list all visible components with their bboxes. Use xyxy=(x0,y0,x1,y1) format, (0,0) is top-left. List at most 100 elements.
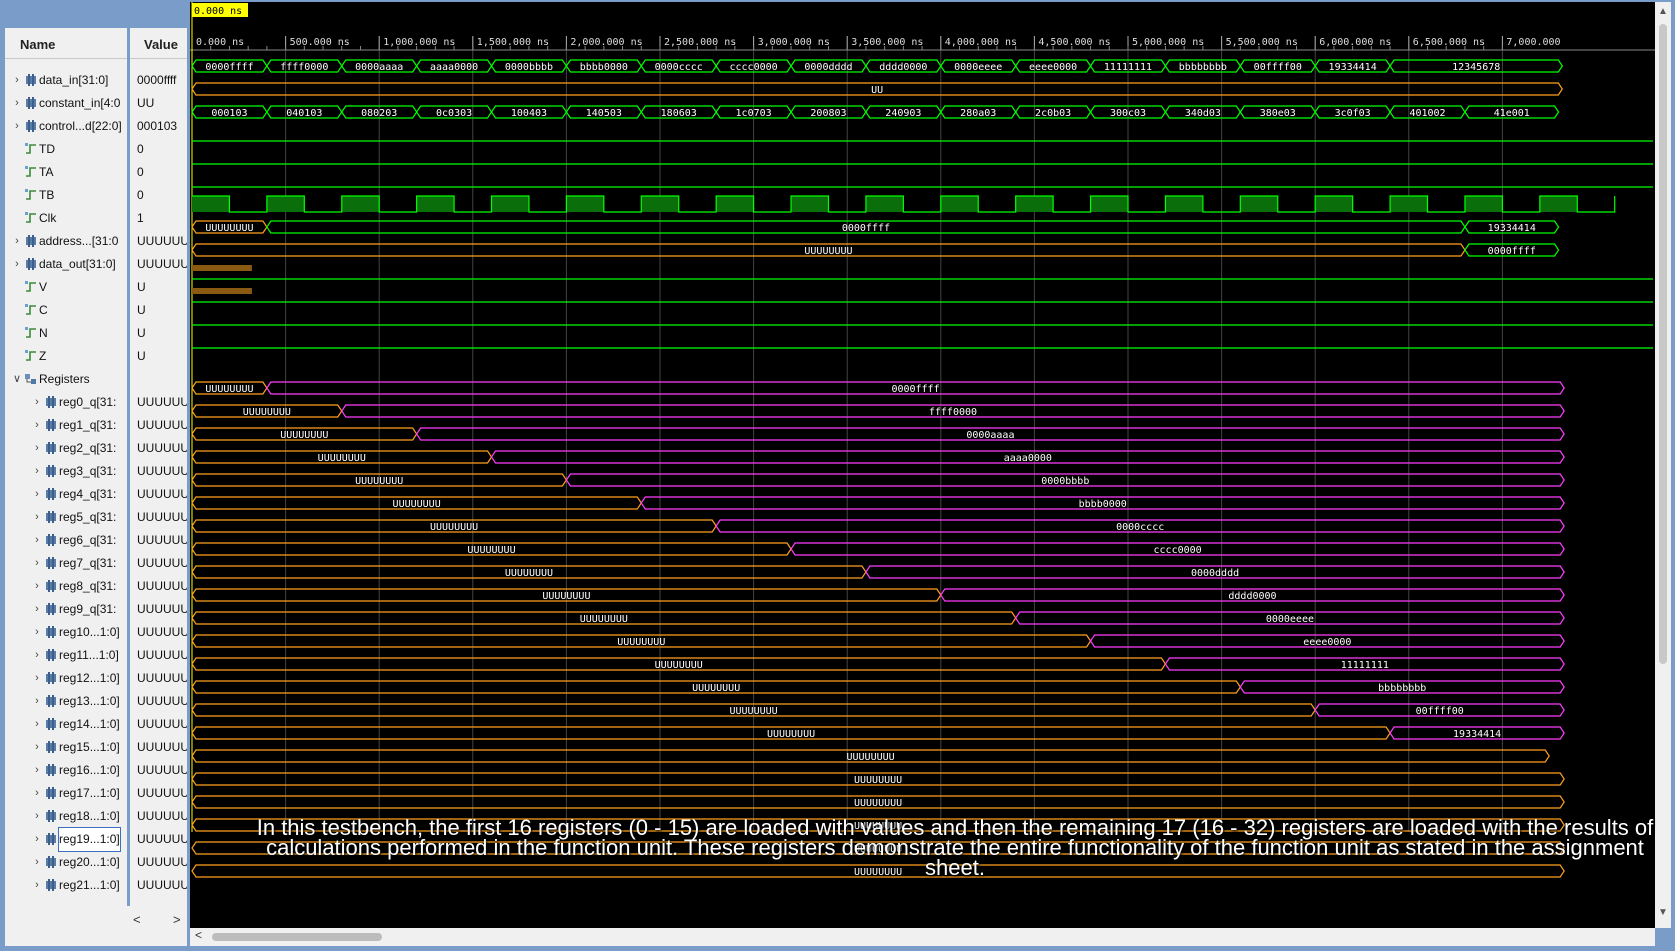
signal-value: 1 xyxy=(137,211,144,225)
signal-row[interactable]: › reg21...1:0] xyxy=(5,874,127,897)
chevron-right-icon[interactable]: › xyxy=(31,437,43,460)
signal-value: 0 xyxy=(137,188,144,202)
signal-row[interactable]: V xyxy=(5,276,127,299)
chevron-right-icon[interactable]: › xyxy=(31,874,43,897)
chevron-right-icon[interactable]: › xyxy=(31,759,43,782)
waveform-vertical-scrollbar[interactable]: ▲ ▼ xyxy=(1655,2,1671,928)
chevron-down-icon[interactable]: ∨ xyxy=(11,368,23,391)
signal-row[interactable]: › reg19...1:0] xyxy=(5,827,127,852)
signal-name: reg4_q[31: xyxy=(59,487,117,501)
chevron-right-icon[interactable]: › xyxy=(31,529,43,552)
chevron-right-icon[interactable]: › xyxy=(31,736,43,759)
chevron-right-icon[interactable]: › xyxy=(31,621,43,644)
chevron-right-icon[interactable]: › xyxy=(31,713,43,736)
chevron-right-icon[interactable]: › xyxy=(31,828,43,851)
scroll-right-icon[interactable]: > xyxy=(173,912,181,927)
chevron-right-icon[interactable]: › xyxy=(31,414,43,437)
signal-row[interactable]: › reg12...1:0] xyxy=(5,667,127,690)
signal-row[interactable]: › reg6_q[31: xyxy=(5,529,127,552)
bus-icon xyxy=(46,603,56,615)
scrollbar-thumb[interactable] xyxy=(1659,24,1667,664)
signal-row[interactable]: › address...[31:0 xyxy=(5,230,127,253)
signal-row[interactable]: › constant_in[4:0 xyxy=(5,92,127,115)
bus-icon xyxy=(26,258,36,270)
signal-row[interactable]: › reg0_q[31: xyxy=(5,391,127,414)
signal-row[interactable]: Clk xyxy=(5,207,127,230)
signal-row[interactable]: › reg2_q[31: xyxy=(5,437,127,460)
bus-value: 000103 xyxy=(211,108,247,119)
chevron-right-icon[interactable]: › xyxy=(31,782,43,805)
signal-row[interactable]: › data_in[31:0] xyxy=(5,69,127,92)
chevron-right-icon[interactable]: › xyxy=(11,253,23,276)
bus-value: bbbbbbbb xyxy=(1378,683,1426,694)
chevron-right-icon[interactable]: › xyxy=(31,460,43,483)
chevron-right-icon[interactable]: › xyxy=(11,115,23,138)
chevron-right-icon[interactable]: › xyxy=(31,598,43,621)
signal-value: U xyxy=(137,326,146,340)
signal-row[interactable]: › reg10...1:0] xyxy=(5,621,127,644)
signal-row[interactable]: Z xyxy=(5,345,127,368)
scroll-up-icon[interactable]: ▲ xyxy=(1658,6,1668,17)
signal-row[interactable]: ∨ Registers xyxy=(5,368,127,391)
signal-name: address...[31:0 xyxy=(39,234,119,248)
chevron-right-icon[interactable]: › xyxy=(31,667,43,690)
chevron-right-icon[interactable]: › xyxy=(11,230,23,253)
chevron-right-icon[interactable]: › xyxy=(31,552,43,575)
signal-row[interactable]: › reg13...1:0] xyxy=(5,690,127,713)
signal-row[interactable]: › reg16...1:0] xyxy=(5,759,127,782)
signal-name: C xyxy=(39,303,48,317)
signal-row[interactable]: › data_out[31:0] xyxy=(5,253,127,276)
signal-value: UUUUUU xyxy=(137,579,187,593)
signal-row[interactable]: › reg20...1:0] xyxy=(5,851,127,874)
signal-row[interactable]: › reg18...1:0] xyxy=(5,805,127,828)
signal-row[interactable]: › reg17...1:0] xyxy=(5,782,127,805)
chevron-right-icon[interactable]: › xyxy=(11,92,23,115)
bus-value: UUUUUUUU xyxy=(318,453,366,464)
bus-value: 080203 xyxy=(361,108,397,119)
signal-row[interactable]: › reg8_q[31: xyxy=(5,575,127,598)
clock-high xyxy=(341,196,380,212)
signal-row[interactable]: › control...d[22:0] xyxy=(5,115,127,138)
value-column: Value 0000ffff UU 000103 0 0 0 1 UUUUUU UUUUUU U U… xyxy=(130,28,187,906)
chevron-right-icon[interactable]: › xyxy=(31,575,43,598)
signal-row[interactable]: C xyxy=(5,299,127,322)
signal-row[interactable]: N xyxy=(5,322,127,345)
signal-row[interactable]: › reg3_q[31: xyxy=(5,460,127,483)
signal-row[interactable]: › reg5_q[31: xyxy=(5,506,127,529)
scroll-left-icon[interactable]: < xyxy=(195,928,202,942)
waveform-canvas[interactable]: 0.000 ns 500.000 ns 1,000.000 ns 1,500.000 … xyxy=(190,2,1655,928)
bus-value: UUUUUUUU xyxy=(804,246,852,257)
bus-value: 11111111 xyxy=(1341,660,1389,671)
chevron-right-icon[interactable]: › xyxy=(31,391,43,414)
signal-name: reg10...1:0] xyxy=(59,625,120,639)
bus-value: 200803 xyxy=(810,108,846,119)
signal-row[interactable]: › reg4_q[31: xyxy=(5,483,127,506)
name-column-header[interactable]: Name xyxy=(5,28,127,59)
value-column-header[interactable]: Value xyxy=(130,28,187,59)
chevron-right-icon[interactable]: › xyxy=(31,690,43,713)
signal-row[interactable]: › reg11...1:0] xyxy=(5,644,127,667)
signal-row[interactable]: › reg9_q[31: xyxy=(5,598,127,621)
scroll-down-icon[interactable]: ▼ xyxy=(1658,907,1668,918)
bus-value: 0000aaaa xyxy=(355,62,403,73)
chevron-right-icon[interactable]: › xyxy=(31,851,43,874)
signal-row[interactable]: › reg14...1:0] xyxy=(5,713,127,736)
signal-row[interactable]: › reg15...1:0] xyxy=(5,736,127,759)
chevron-right-icon[interactable]: › xyxy=(11,69,23,92)
name-scrollbar[interactable]: < > xyxy=(5,906,187,946)
signal-row[interactable]: TB xyxy=(5,184,127,207)
bus-icon xyxy=(46,649,56,661)
signal-row[interactable]: › reg1_q[31: xyxy=(5,414,127,437)
waveform-horizontal-scrollbar[interactable]: < xyxy=(190,928,1655,946)
scroll-left-icon[interactable]: < xyxy=(133,912,141,927)
signal-name: Registers xyxy=(39,372,90,386)
chevron-right-icon[interactable]: › xyxy=(31,483,43,506)
bus-value: dddd0000 xyxy=(879,62,927,73)
chevron-right-icon[interactable]: › xyxy=(31,805,43,828)
signal-row[interactable]: TD xyxy=(5,138,127,161)
signal-row[interactable]: › reg7_q[31: xyxy=(5,552,127,575)
scrollbar-thumb[interactable] xyxy=(212,933,382,941)
chevron-right-icon[interactable]: › xyxy=(31,644,43,667)
chevron-right-icon[interactable]: › xyxy=(31,506,43,529)
signal-row[interactable]: TA xyxy=(5,161,127,184)
